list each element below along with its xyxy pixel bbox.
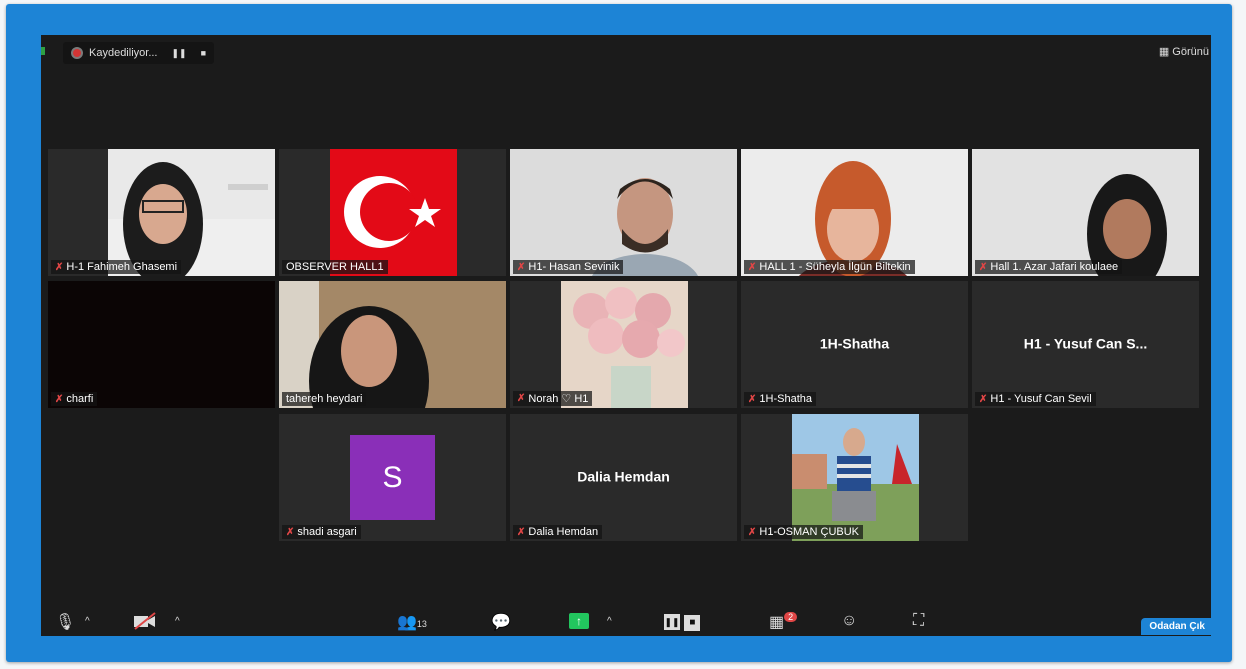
participants-button[interactable]: 👥13 (397, 612, 427, 632)
participant-tile[interactable]: H1 - Yusuf Can S... ✗ H1 - Yusuf Can Sevi… (972, 281, 1199, 408)
participant-display-name: 1H-Shatha (819, 334, 890, 351)
meeting-window: Kaydediliyor... ❚❚ ■ ▦ Görünü ✗ H-1 Fahim… (41, 35, 1211, 636)
participants-icon: 👥 (397, 614, 417, 631)
participant-name: OBSERVER HALL1 (282, 260, 388, 274)
muted-mic-icon: ✗ (979, 393, 988, 405)
participant-tile[interactable]: S ✗ shadi asgari (279, 414, 506, 541)
chat-icon[interactable]: 💬 (491, 612, 511, 632)
participant-tile-active-speaker[interactable]: tahereh heydari (279, 281, 506, 408)
muted-mic-icon: ✗ (748, 393, 757, 405)
participant-display-name: H1 - Yusuf Can S... (1023, 334, 1148, 351)
participant-name: ✗ H1-OSMAN ÇUBUK (744, 525, 864, 539)
participants-count: 13 (416, 619, 427, 629)
grid-icon: ▦ (1158, 46, 1170, 58)
app-frame: Kaydediliyor... ❚❚ ■ ▦ Görünü ✗ H-1 Fahim… (6, 4, 1232, 662)
stop-recording-icon[interactable]: ■ (201, 48, 206, 58)
participant-tile[interactable]: ✗ H1- Hasan Sevinik (510, 149, 737, 276)
video-off-icon[interactable] (133, 612, 157, 635)
muted-mic-icon: ✗ (55, 261, 64, 273)
participant-tile[interactable]: Dalia Hemdan ✗ Dalia Hemdan (510, 414, 737, 541)
apps-badge: 2 (784, 612, 798, 622)
muted-mic-icon: ✗ (517, 261, 526, 273)
muted-mic-icon: ✗ (979, 261, 988, 273)
participant-display-name: Dalia Hemdan (577, 467, 670, 484)
view-label: Görünü (1172, 45, 1209, 58)
view-button[interactable]: ▦ Görünü (1158, 45, 1209, 59)
muted-mic-icon: ✗ (748, 526, 757, 538)
participant-tile[interactable]: ✗ charfi (48, 281, 275, 408)
profile-picture (792, 414, 919, 541)
video-feed (108, 149, 275, 276)
participant-tile[interactable]: ✗ H1-OSMAN ÇUBUK (741, 414, 968, 541)
video-options-chevron-icon[interactable]: ^ (175, 616, 180, 627)
meeting-toolbar: 🎙 ^ ^ 👥13 💬 ↑ ^ ❚❚ ■ ▦ 2 ☺ ⛶ Odadan Çık (41, 606, 1211, 636)
profile-picture (561, 281, 688, 408)
share-options-chevron-icon[interactable]: ^ (607, 616, 612, 627)
participant-tile[interactable]: 1H-Shatha ✗ 1H-Shatha (741, 281, 968, 408)
recording-bar: Kaydediliyor... ❚❚ ■ (63, 42, 215, 64)
participant-name: ✗ Hall 1. Azar Jafari koulaee (975, 260, 1123, 274)
turkey-flag-image (330, 149, 457, 276)
muted-mic-icon: ✗ (517, 393, 526, 404)
apps-button[interactable]: ▦ 2 (769, 612, 798, 632)
participant-name: tahereh heydari (282, 392, 367, 406)
muted-mic-icon: ✗ (286, 526, 295, 538)
participant-tile[interactable]: ✗ Norah ♡ H1 (510, 281, 737, 408)
microphone-icon[interactable]: 🎙 (55, 612, 75, 632)
avatar-letter: S (382, 460, 403, 494)
muted-mic-icon: ✗ (748, 261, 757, 273)
muted-mic-icon: ✗ (55, 393, 64, 405)
share-screen-button[interactable]: ↑ (569, 612, 589, 630)
record-icon (71, 47, 83, 59)
recording-controls[interactable]: ❚❚ ■ (664, 612, 701, 631)
leave-room-button[interactable]: Odadan Çık (1141, 618, 1211, 635)
participant-name: ✗ Dalia Hemdan (513, 525, 603, 539)
participant-name: ✗ HALL 1 - Süheyla İlgün Biltekin (744, 260, 915, 274)
participant-tile[interactable]: OBSERVER HALL1 (279, 149, 506, 276)
participant-name: ✗ H1- Hasan Sevinik (513, 260, 624, 274)
avatar: S (350, 435, 435, 520)
mic-options-chevron-icon[interactable]: ^ (85, 616, 90, 627)
video-feed (741, 149, 968, 276)
muted-mic-icon: ✗ (517, 526, 526, 538)
reactions-icon[interactable]: ☺ (841, 612, 857, 630)
apps-icon: ▦ (769, 614, 785, 631)
share-screen-icon: ↑ (569, 613, 589, 629)
participant-name: ✗ shadi asgari (282, 525, 361, 539)
stop-icon[interactable]: ■ (684, 615, 701, 631)
participant-name: ✗ charfi (51, 392, 98, 406)
video-feed (510, 149, 737, 276)
pause-icon[interactable]: ❚❚ (664, 614, 680, 630)
more-icon[interactable]: ⛶ (913, 612, 924, 630)
pause-recording-icon[interactable]: ❚❚ (171, 48, 186, 59)
participant-tile[interactable]: ✗ HALL 1 - Süheyla İlgün Biltekin (741, 149, 968, 276)
participant-name: ✗ 1H-Shatha (744, 392, 816, 406)
video-feed (279, 281, 506, 408)
recording-label: Kaydediliyor... (89, 47, 158, 59)
video-feed (972, 149, 1199, 276)
participant-name: ✗ H1 - Yusuf Can Sevil (975, 392, 1096, 406)
security-indicator (41, 47, 45, 55)
participant-name: ✗ Norah ♡ H1 (513, 391, 593, 406)
participant-tile[interactable]: ✗ Hall 1. Azar Jafari koulaee (972, 149, 1199, 276)
participant-name: ✗ H-1 Fahimeh Ghasemi (51, 260, 182, 274)
participant-tile[interactable]: ✗ H-1 Fahimeh Ghasemi (48, 149, 275, 276)
